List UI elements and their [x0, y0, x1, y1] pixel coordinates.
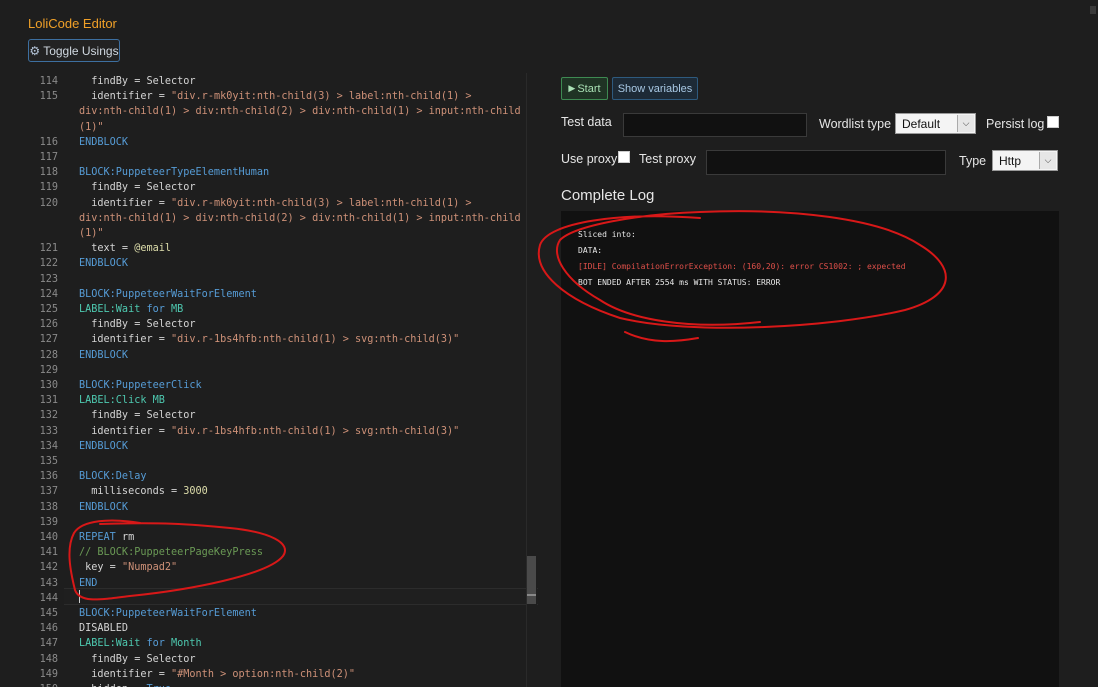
- annotation-circle-code: [68, 519, 286, 601]
- annotation-circle-log: [537, 210, 947, 329]
- annotation-stroke: [624, 331, 699, 343]
- red-annotation-overlay: [68, 210, 947, 601]
